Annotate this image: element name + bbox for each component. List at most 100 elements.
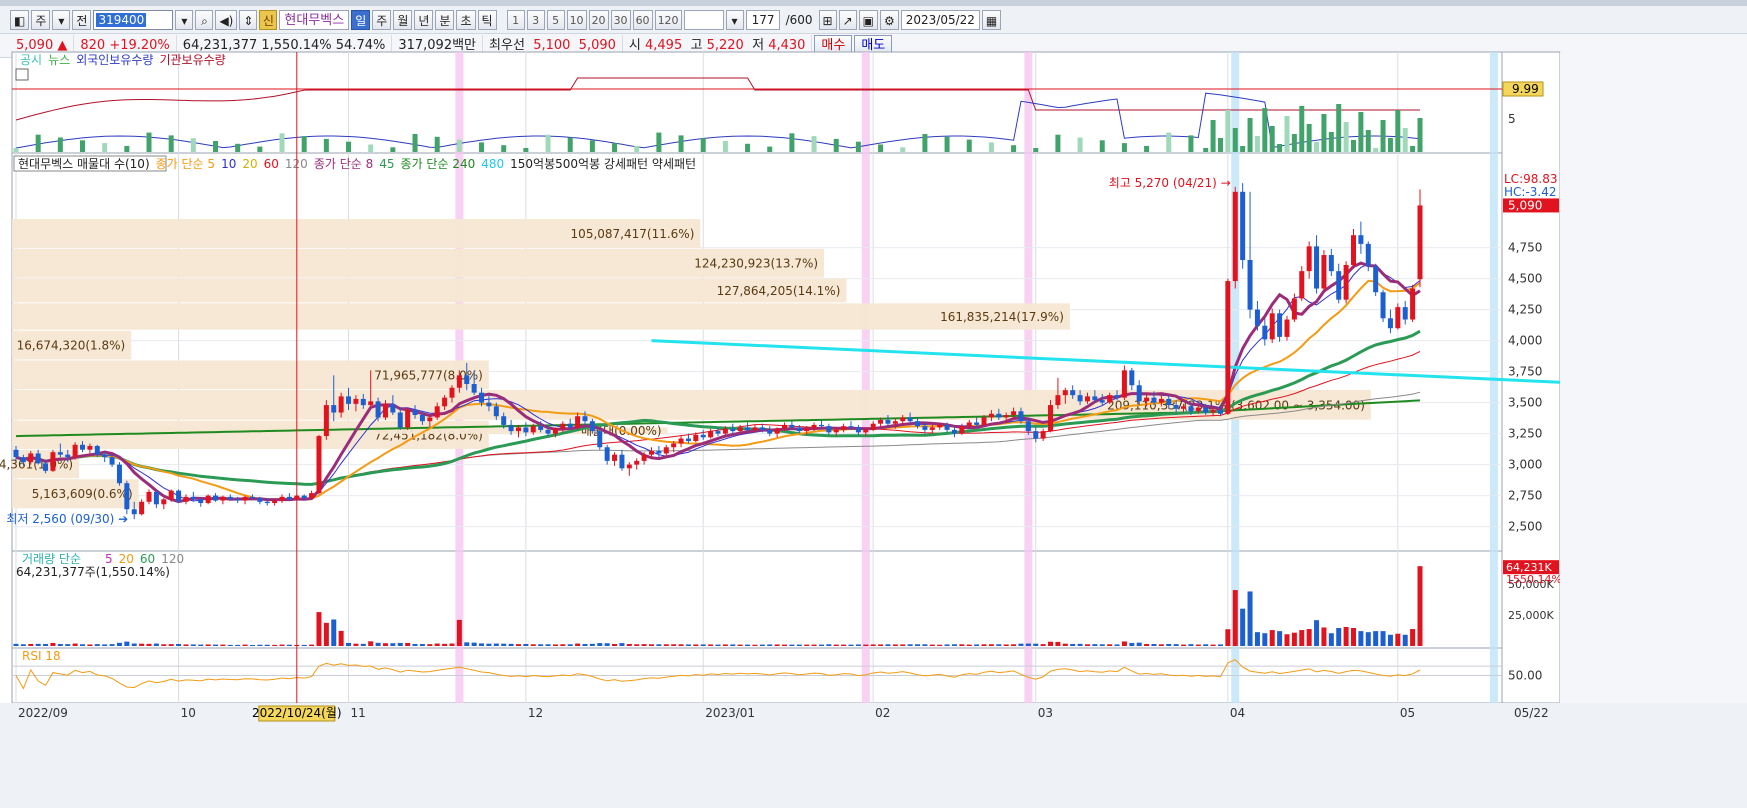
volume-bar bbox=[102, 644, 108, 646]
volume-bar bbox=[833, 644, 839, 646]
news-count-bar bbox=[124, 145, 130, 152]
volume-bar bbox=[456, 619, 462, 646]
news-count-bar bbox=[1410, 146, 1416, 152]
price-legend-item[interactable]: 종가 단순 240 bbox=[401, 157, 476, 171]
volume-bar bbox=[183, 644, 189, 646]
volume-bar bbox=[1070, 643, 1076, 646]
holding-legend-item[interactable]: 기관보유수량 bbox=[159, 53, 225, 67]
candle-body bbox=[759, 427, 765, 430]
news-count-bar bbox=[900, 147, 906, 152]
candle-body bbox=[530, 426, 536, 433]
volume-bar bbox=[959, 644, 965, 646]
holding-legend-item[interactable]: 외국인보유수량 bbox=[76, 53, 153, 67]
price-tick-label: 2,750 bbox=[1508, 489, 1542, 503]
volume-bar bbox=[1195, 644, 1201, 646]
candle-body bbox=[855, 427, 861, 433]
candle-body bbox=[841, 426, 847, 430]
volume-bar bbox=[382, 643, 388, 646]
holding-legend-item[interactable]: 공시 bbox=[20, 53, 42, 67]
news-count-bar bbox=[1291, 134, 1297, 152]
candle-body bbox=[346, 396, 352, 404]
volume-bar bbox=[782, 644, 788, 646]
candle-body bbox=[796, 427, 802, 432]
candle-body bbox=[944, 424, 950, 430]
candle-body bbox=[1277, 313, 1283, 337]
volume-bar bbox=[1033, 643, 1039, 646]
news-count-bar bbox=[988, 142, 994, 152]
candle-body bbox=[257, 498, 263, 502]
x-axis-right-label: 05/22 bbox=[1514, 706, 1549, 720]
price-legend-item[interactable]: 150억봉500억봉 강세패턴 약세패턴 bbox=[510, 156, 696, 171]
news-count-bar bbox=[722, 141, 728, 152]
candle-body bbox=[316, 436, 322, 494]
volume-bar bbox=[331, 619, 337, 646]
news-count-bar bbox=[833, 138, 839, 152]
news-count-bar bbox=[1262, 108, 1268, 152]
volume-legend-ma-item[interactable]: 120 bbox=[161, 552, 184, 566]
volume-bar bbox=[900, 644, 906, 646]
volume-bar bbox=[139, 643, 145, 646]
news-count-bar bbox=[523, 148, 529, 152]
volume-bar bbox=[449, 643, 455, 646]
volume-bar bbox=[1410, 629, 1416, 646]
news-count-bar bbox=[1328, 132, 1334, 152]
price-legend-item[interactable]: 종가 단순 5 bbox=[156, 157, 215, 171]
volume-bar bbox=[892, 644, 898, 646]
volume-bar bbox=[72, 643, 78, 646]
candle-body bbox=[1417, 205, 1423, 280]
volume-bar bbox=[538, 644, 544, 646]
volume-bar bbox=[1077, 643, 1083, 646]
panel-2-frame bbox=[11, 152, 1503, 552]
grid-toggle-icon[interactable] bbox=[15, 68, 29, 81]
candle-body bbox=[715, 431, 721, 434]
volume-bar bbox=[360, 643, 366, 646]
news-count-bar bbox=[545, 134, 551, 152]
holding-legend-item[interactable]: 뉴스 bbox=[48, 53, 70, 67]
price-legend-item[interactable]: 60 bbox=[264, 157, 279, 171]
candle-body bbox=[752, 427, 758, 430]
event-highlight-band bbox=[1024, 52, 1033, 703]
volume-bar bbox=[220, 644, 226, 646]
news-count-bar bbox=[1350, 140, 1356, 152]
price-legend-item[interactable]: 10 bbox=[221, 157, 236, 171]
candle-body bbox=[501, 416, 507, 425]
candle-body bbox=[708, 431, 714, 438]
price-legend-item[interactable]: 20 bbox=[242, 157, 257, 171]
volume-legend-ma-item[interactable]: 60 bbox=[140, 552, 155, 566]
news-count-bar bbox=[1284, 116, 1290, 152]
chart-area[interactable]: 4,750 4,500 4,250 4,000 3,750 3,500 3,250 3,000… bbox=[0, 0, 1747, 808]
volume-profile-label: 124,230,923(13.7%) bbox=[694, 257, 818, 271]
candle-body bbox=[479, 392, 485, 403]
volume-bar bbox=[700, 644, 706, 646]
volume-legend-ma-item[interactable]: 5 bbox=[105, 552, 113, 566]
candle-body bbox=[671, 443, 677, 448]
volume-bar bbox=[996, 644, 1002, 646]
volume-bar bbox=[50, 642, 56, 646]
volume-bar bbox=[434, 643, 440, 646]
candle-body bbox=[198, 499, 204, 504]
price-legend-item[interactable]: 현대무벡스 매물대 수(10) bbox=[18, 157, 150, 171]
volume-bar bbox=[1025, 643, 1031, 646]
volume-bar bbox=[116, 642, 122, 646]
candle-body bbox=[1284, 319, 1290, 337]
candle-body bbox=[464, 375, 470, 384]
volume-legend-ma-item[interactable]: 20 bbox=[119, 552, 134, 566]
news-count-bar bbox=[811, 136, 817, 152]
news-count-bar bbox=[1277, 144, 1283, 152]
price-legend-item[interactable]: 45 bbox=[379, 157, 394, 171]
volume-bar bbox=[1380, 631, 1386, 646]
volume-bar bbox=[545, 644, 551, 646]
news-count-bar bbox=[1240, 146, 1246, 152]
volume-bar bbox=[988, 644, 994, 646]
volume-bar bbox=[1210, 644, 1216, 646]
price-legend-item[interactable]: 종가 단순 8 bbox=[314, 157, 373, 171]
candle-body bbox=[1321, 255, 1327, 289]
candle-body bbox=[442, 397, 448, 407]
candle-body bbox=[309, 493, 315, 499]
volume-bar bbox=[523, 643, 529, 646]
candle-body bbox=[656, 450, 662, 454]
news-count-bar bbox=[1343, 122, 1349, 152]
price-legend-item[interactable]: 480 bbox=[481, 157, 504, 171]
candle-body bbox=[892, 421, 898, 424]
news-count-bar bbox=[1225, 110, 1231, 152]
